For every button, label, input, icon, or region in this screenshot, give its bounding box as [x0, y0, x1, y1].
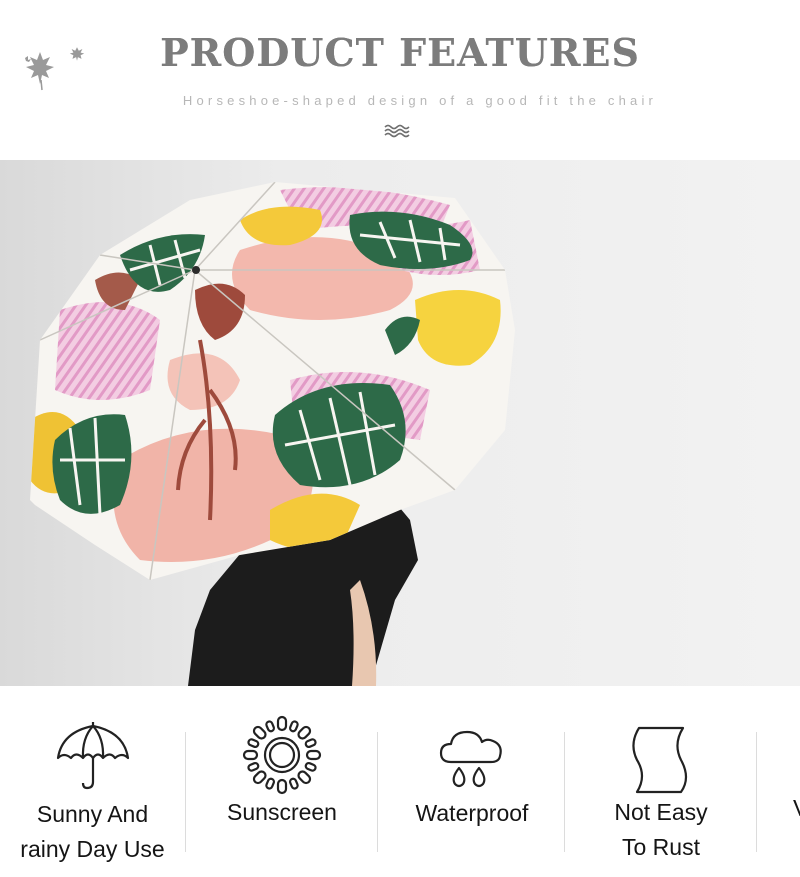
sun-icon	[242, 715, 322, 795]
feature-label-line2: rainy Day Use	[20, 836, 165, 862]
page-title: PRODUCT FEATURES	[160, 30, 640, 75]
page-subtitle: Horseshoe-shaped design of a good fit th…	[182, 93, 658, 108]
product-photo	[0, 160, 800, 686]
feature-waterproof: Waterproof	[378, 688, 566, 877]
divider	[756, 732, 757, 852]
feature-label-line2: To Rust	[622, 834, 700, 860]
feature-label-cutoff: V	[793, 795, 800, 822]
feature-sunscreen: Sunscreen	[186, 688, 378, 877]
umbrella-icon	[56, 722, 129, 790]
feature-sunny-rainy: Sunny And rainy Day Use	[0, 688, 185, 877]
header: PRODUCT FEATURES Horseshoe-shaped design…	[0, 0, 800, 160]
feature-label-line1: Sunny And	[36, 801, 149, 827]
feature-label-line1: Sunscreen	[227, 799, 337, 825]
umbrella-photo	[0, 160, 800, 686]
feature-rust-resistant: Not Easy To Rust	[565, 688, 757, 877]
rain-cloud-icon	[439, 730, 502, 788]
wave-lines-icon	[384, 124, 410, 138]
feature-label-line1: Not Easy	[614, 799, 708, 825]
wave-shape-icon	[632, 726, 688, 794]
features-strip: Sunny And rainy Day Use Sunscreen Waterp…	[0, 688, 800, 877]
feature-label-line1: Waterproof	[415, 800, 529, 826]
